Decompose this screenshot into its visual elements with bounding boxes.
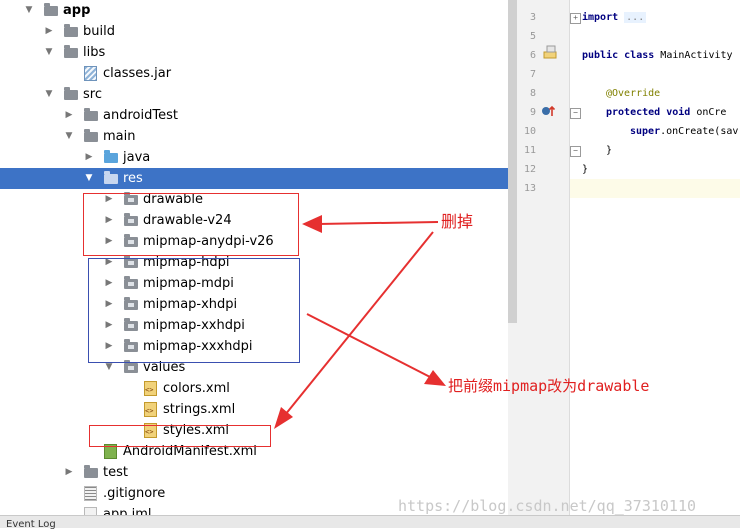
tree-row[interactable]: ▼ res	[0, 168, 508, 189]
tree-scrollbar-thumb[interactable]	[508, 0, 517, 323]
fold-expand-icon[interactable]: +	[570, 13, 581, 24]
folder-icon	[84, 465, 98, 478]
tree-row[interactable]: ▶ test	[0, 462, 508, 483]
delete-highlight-box	[83, 193, 299, 256]
tree-row-label: libs	[83, 45, 106, 60]
code-line-10: super.onCreate(sav	[630, 122, 740, 141]
folder-icon	[64, 45, 78, 58]
source-folder-icon	[104, 150, 118, 163]
tree-row[interactable]: ▼ src	[0, 84, 508, 105]
tree-row[interactable]: ▼ libs	[0, 42, 508, 63]
chevron-right-icon[interactable]: ▶	[44, 21, 54, 42]
tree-row-label: colors.xml	[163, 381, 230, 396]
line-number: 11	[523, 145, 536, 156]
tree-row[interactable]: ▶ androidTest	[0, 105, 508, 126]
current-line-highlight	[570, 179, 740, 198]
keyword: public	[582, 50, 619, 61]
tree-row[interactable]: ▶ build	[0, 21, 508, 42]
line-number: 6	[529, 50, 536, 61]
line-number: 5	[529, 31, 536, 42]
folder-icon	[64, 24, 78, 37]
annotation: @Override	[606, 88, 661, 99]
styles-highlight-box	[89, 425, 271, 447]
tree-row-label: androidTest	[103, 108, 178, 123]
tree-row-label: build	[83, 24, 115, 39]
folder-icon	[84, 129, 98, 142]
code-line-3: import ...	[582, 8, 740, 27]
chevron-down-icon[interactable]: ▼	[44, 84, 54, 105]
chevron-down-icon[interactable]: ▼	[64, 126, 74, 147]
package-dot-icon	[128, 366, 134, 370]
package-folder-icon	[124, 360, 138, 373]
rename-note: 把前缀mipmap改为drawable	[448, 377, 650, 395]
jar-file-icon	[84, 66, 97, 81]
text-file-icon	[84, 486, 97, 501]
tree-row[interactable]: classes.jar	[0, 63, 508, 84]
delete-note: 删掉	[441, 212, 474, 231]
code-line-11: }	[606, 145, 613, 156]
tree-row-label: src	[83, 87, 102, 102]
chevron-right-icon[interactable]: ▶	[84, 147, 94, 168]
line-number: 8	[529, 88, 536, 99]
tree-row[interactable]: colors.xml	[0, 378, 508, 399]
xml-file-icon	[144, 402, 157, 417]
watermark: https://blog.csdn.net/qq_37310110	[398, 497, 697, 515]
class-name: MainActivity	[660, 50, 733, 61]
code-line-8: @Override	[606, 84, 740, 103]
class-icon[interactable]	[543, 45, 557, 59]
override-method-icon[interactable]	[541, 104, 555, 118]
tree-row-label: res	[123, 171, 143, 186]
status-bar: Event Log	[0, 515, 740, 531]
chevron-down-icon[interactable]: ▼	[84, 168, 94, 189]
folder-icon	[84, 108, 98, 121]
chevron-down-icon[interactable]: ▼	[44, 42, 54, 63]
tree-row-label: strings.xml	[163, 402, 236, 417]
tree-row-label: classes.jar	[103, 66, 172, 81]
tree-row[interactable]: strings.xml	[0, 399, 508, 420]
line-number: 13	[523, 183, 536, 194]
tree-row-label: test	[103, 465, 128, 480]
tree-row-label: java	[123, 150, 151, 165]
line-number: 10	[523, 126, 536, 137]
keyword: import	[582, 12, 619, 23]
tree-row-label: main	[103, 129, 136, 144]
fold-end-icon[interactable]: −	[570, 146, 581, 157]
keyword: protected	[606, 107, 661, 118]
code-editor[interactable]	[570, 0, 740, 515]
code-line-6: public class MainActivity	[582, 46, 740, 65]
folder-icon	[44, 3, 58, 16]
method-call: .onCreate(sav	[660, 126, 739, 137]
code-line-12: }	[582, 164, 589, 175]
keyword: super	[630, 126, 661, 137]
line-number: 9	[529, 107, 536, 118]
method-name: onCre	[696, 107, 727, 118]
folder-icon	[64, 87, 78, 100]
xml-file-icon	[144, 381, 157, 396]
chevron-right-icon[interactable]: ▶	[64, 462, 74, 483]
event-log-tab[interactable]: Event Log	[6, 519, 56, 531]
tree-row[interactable]: ▼ app	[0, 0, 508, 21]
line-number: 7	[529, 69, 536, 80]
folded-imports[interactable]: ...	[624, 12, 647, 23]
tree-row[interactable]: ▶ java	[0, 147, 508, 168]
chevron-right-icon[interactable]: ▶	[64, 105, 74, 126]
code-line-9: protected void onCre	[606, 103, 740, 122]
resource-folder-icon	[104, 171, 118, 184]
rename-highlight-box	[88, 258, 300, 363]
line-number: 12	[523, 164, 536, 175]
tree-row[interactable]: ▼ main	[0, 126, 508, 147]
tree-row-label: app	[63, 3, 91, 18]
keyword: void	[666, 107, 691, 118]
chevron-down-icon[interactable]: ▼	[24, 0, 34, 21]
line-number: 3	[529, 12, 536, 23]
fold-collapse-icon[interactable]: −	[570, 108, 581, 119]
keyword: class	[624, 50, 655, 61]
tree-row-label: .gitignore	[103, 486, 166, 501]
